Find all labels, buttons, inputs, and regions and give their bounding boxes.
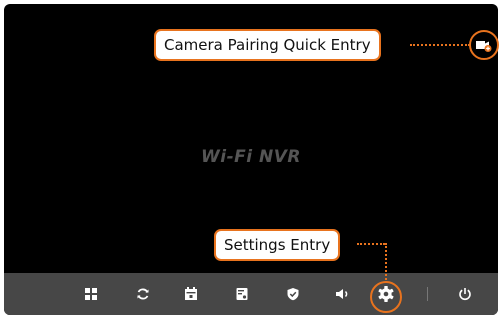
settings-highlight [370,281,402,313]
storage-button[interactable] [229,281,255,307]
grid-icon [85,288,97,300]
volume-button[interactable] [330,281,356,307]
camera-add-icon [476,41,492,52]
playback-button[interactable] [178,281,204,307]
grid-layout-button[interactable] [78,281,104,307]
app-watermark: Wi-Fi NVR [201,147,301,167]
speaker-icon [336,289,348,299]
security-button[interactable] [280,281,306,307]
settings-leader-line-vertical [385,243,387,280]
calendar-icon [185,287,197,300]
power-button[interactable] [452,281,478,307]
settings-leader-line-horizontal [357,243,385,245]
camera-pairing-callout: Camera Pairing Quick Entry [154,29,381,61]
toolbar-divider [427,287,428,301]
refresh-button[interactable] [130,281,156,307]
camera-pairing-button[interactable] [469,30,499,60]
shield-icon [287,288,299,301]
settings-callout: Settings Entry [214,229,341,261]
camera-pairing-leader-line [410,44,470,46]
disk-icon [236,288,248,300]
power-icon [459,288,471,301]
bottom-toolbar [4,273,498,315]
refresh-icon [137,288,149,300]
